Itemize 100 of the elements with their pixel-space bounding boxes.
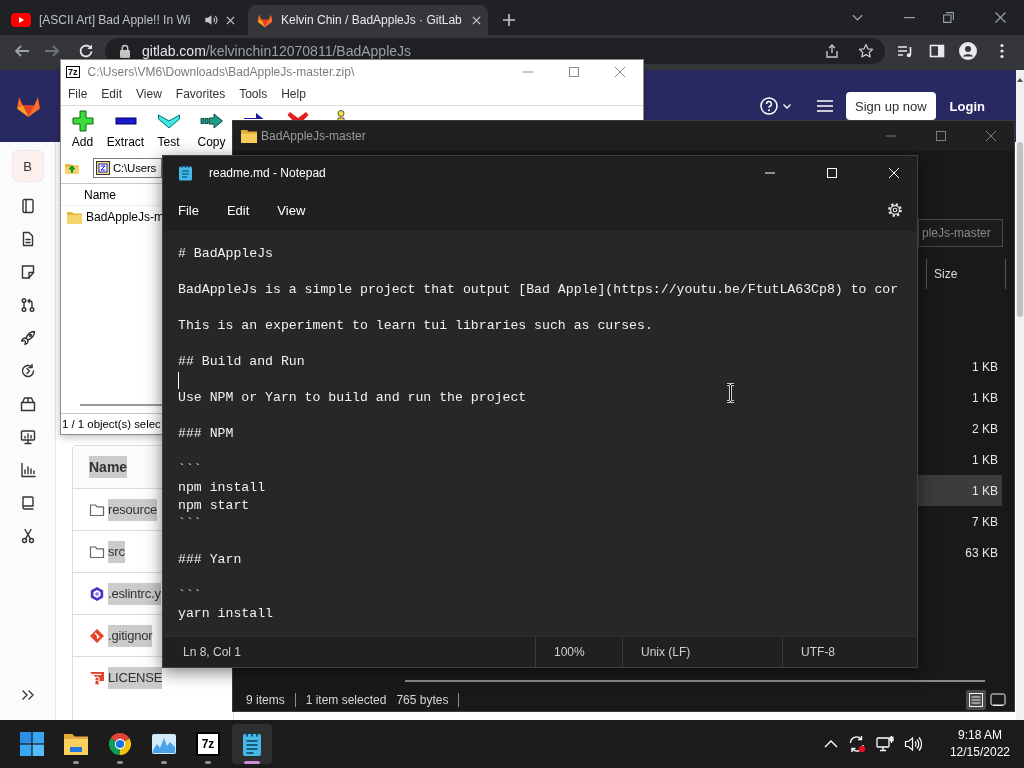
- menu-item[interactable]: Edit: [212, 202, 264, 218]
- merge-icon[interactable]: [19, 296, 36, 313]
- horizontal-scrollbar[interactable]: [405, 680, 985, 682]
- more-icon[interactable]: [1000, 42, 1004, 59]
- text-line: BadAppleJs is a simple project that output [Bad Apple](https://youtu.be/FtutLA63Cp8) to cor: [178, 281, 899, 299]
- clock-date[interactable]: 12/15/2022: [949, 744, 1010, 761]
- file-name[interactable]: .eslintrc.y: [108, 582, 161, 605]
- file-row[interactable]: 1 KB: [918, 475, 1002, 506]
- restore-icon[interactable]: [943, 12, 954, 23]
- menu-item[interactable]: Edit: [94, 87, 130, 101]
- minimize-icon[interactable]: [904, 16, 915, 19]
- status-text: Ln 8, Col 1: [183, 645, 242, 659]
- menu-item[interactable]: File: [164, 202, 213, 218]
- menu-item[interactable]: Help: [274, 87, 313, 101]
- star-icon[interactable]: [858, 42, 874, 59]
- x-icon[interactable]: [285, 109, 310, 120]
- search-field[interactable]: pleJs-master: [918, 219, 1003, 247]
- editor-area[interactable]: [163, 231, 917, 636]
- login-link[interactable]: Login: [945, 92, 989, 120]
- menu-item[interactable]: File: [61, 87, 95, 101]
- rocket-icon[interactable]: [19, 329, 36, 346]
- sign-up-button[interactable]: Sign up now: [846, 92, 936, 120]
- status-text: 9 items: [246, 693, 285, 707]
- status-text: 1 item selected: [305, 693, 387, 707]
- window-title: readme.md - Notepad: [209, 165, 326, 180]
- toolbar-button[interactable]: Copy: [190, 106, 233, 153]
- toolbar-button[interactable]: Test: [147, 106, 190, 153]
- reload-icon[interactable]: [78, 42, 94, 59]
- folder-icon: [89, 543, 105, 560]
- scroll-up-icon[interactable]: [1017, 78, 1023, 82]
- forward-icon[interactable]: [44, 42, 60, 59]
- clock-time[interactable]: 9:18 AM: [957, 727, 1002, 744]
- network-icon[interactable]: [875, 735, 894, 753]
- file-name[interactable]: resource: [108, 498, 157, 521]
- note-icon[interactable]: [19, 263, 36, 280]
- status-text: 1 / 1 object(s) selec: [62, 418, 161, 430]
- project-avatar[interactable]: B: [11, 150, 44, 182]
- package-icon[interactable]: [19, 395, 36, 412]
- settings-icon[interactable]: [887, 202, 903, 218]
- menu-item[interactable]: Tools: [232, 87, 275, 101]
- monitor-icon[interactable]: [19, 428, 36, 445]
- column-header[interactable]: Name: [89, 456, 128, 478]
- menu-item[interactable]: View: [263, 202, 320, 218]
- column-header[interactable]: Name: [84, 187, 116, 202]
- file-row[interactable]: 1 KB: [918, 444, 1002, 475]
- file-name[interactable]: .gitignor: [108, 624, 153, 647]
- notepad-icon: [242, 732, 262, 756]
- new-tab-icon[interactable]: [502, 12, 516, 27]
- toolbar-button[interactable]: Add: [61, 106, 104, 153]
- column-header[interactable]: Size: [934, 267, 958, 281]
- status-text: Unix (LF): [641, 645, 691, 659]
- sync-icon[interactable]: [847, 735, 866, 753]
- close-icon[interactable]: [472, 15, 481, 25]
- toolbar-button[interactable]: Extract: [104, 106, 147, 153]
- menu-icon[interactable]: [817, 100, 834, 112]
- menu-item[interactable]: View: [129, 87, 169, 101]
- share-icon[interactable]: [824, 42, 840, 59]
- diamond-icon: [89, 627, 105, 644]
- text-line: ### NPM: [178, 425, 234, 443]
- file-name[interactable]: src: [108, 540, 125, 563]
- browser-tab[interactable]: Kelvin Chin / BadAppleJs · GitLab: [248, 5, 488, 35]
- help-icon[interactable]: [760, 97, 779, 115]
- speaker-icon[interactable]: [204, 13, 218, 27]
- path-field[interactable]: C:\Users: [93, 158, 162, 178]
- close-icon[interactable]: [995, 12, 1006, 23]
- menu-item[interactable]: Favorites: [168, 87, 233, 101]
- scrollbar-thumb[interactable]: [1017, 142, 1023, 317]
- bar-chart-icon[interactable]: [19, 461, 36, 478]
- file-row[interactable]: 63 KB: [918, 537, 1002, 568]
- chevron-up-icon[interactable]: [823, 740, 838, 748]
- file-row[interactable]: 1 KB: [918, 382, 1002, 413]
- loop-icon[interactable]: [19, 362, 36, 379]
- book-icon[interactable]: [19, 197, 36, 214]
- side-panel-icon[interactable]: [929, 42, 945, 59]
- lock-icon[interactable]: [119, 43, 131, 58]
- file-row[interactable]: 7 KB: [918, 506, 1002, 537]
- double-chevron-icon[interactable]: [20, 689, 35, 701]
- list-item[interactable]: BadAppleJs-m: [61, 207, 165, 227]
- close-icon[interactable]: [226, 15, 235, 25]
- details-view-icon[interactable]: [966, 690, 986, 710]
- notebook-icon[interactable]: [19, 494, 36, 511]
- profile-icon[interactable]: [959, 41, 977, 60]
- browser-tab[interactable]: [ASCII Art] Bad Apple!! In Wi: [2, 5, 242, 35]
- taskbar-button[interactable]: [232, 724, 272, 764]
- status-text: UTF-8: [801, 645, 835, 659]
- file-row[interactable]: 1 KB: [918, 351, 1002, 382]
- caret-icon[interactable]: [783, 103, 792, 109]
- text-line: ```: [178, 587, 202, 605]
- window-title: BadAppleJs-master: [261, 129, 366, 143]
- scissors-icon[interactable]: [19, 527, 36, 544]
- page-scrollbar[interactable]: [1016, 70, 1024, 720]
- play-logo-icon: [11, 13, 31, 27]
- back-icon[interactable]: [14, 42, 30, 59]
- horizontal-scrollbar[interactable]: [80, 404, 162, 406]
- file-name[interactable]: LICENSE: [108, 666, 163, 689]
- volume-icon[interactable]: [903, 736, 922, 752]
- graph-icon: [152, 732, 176, 756]
- file-row[interactable]: 2 KB: [918, 413, 1002, 444]
- taskbar-button[interactable]: 7z: [188, 724, 228, 764]
- chevron-down-icon[interactable]: [852, 14, 863, 21]
